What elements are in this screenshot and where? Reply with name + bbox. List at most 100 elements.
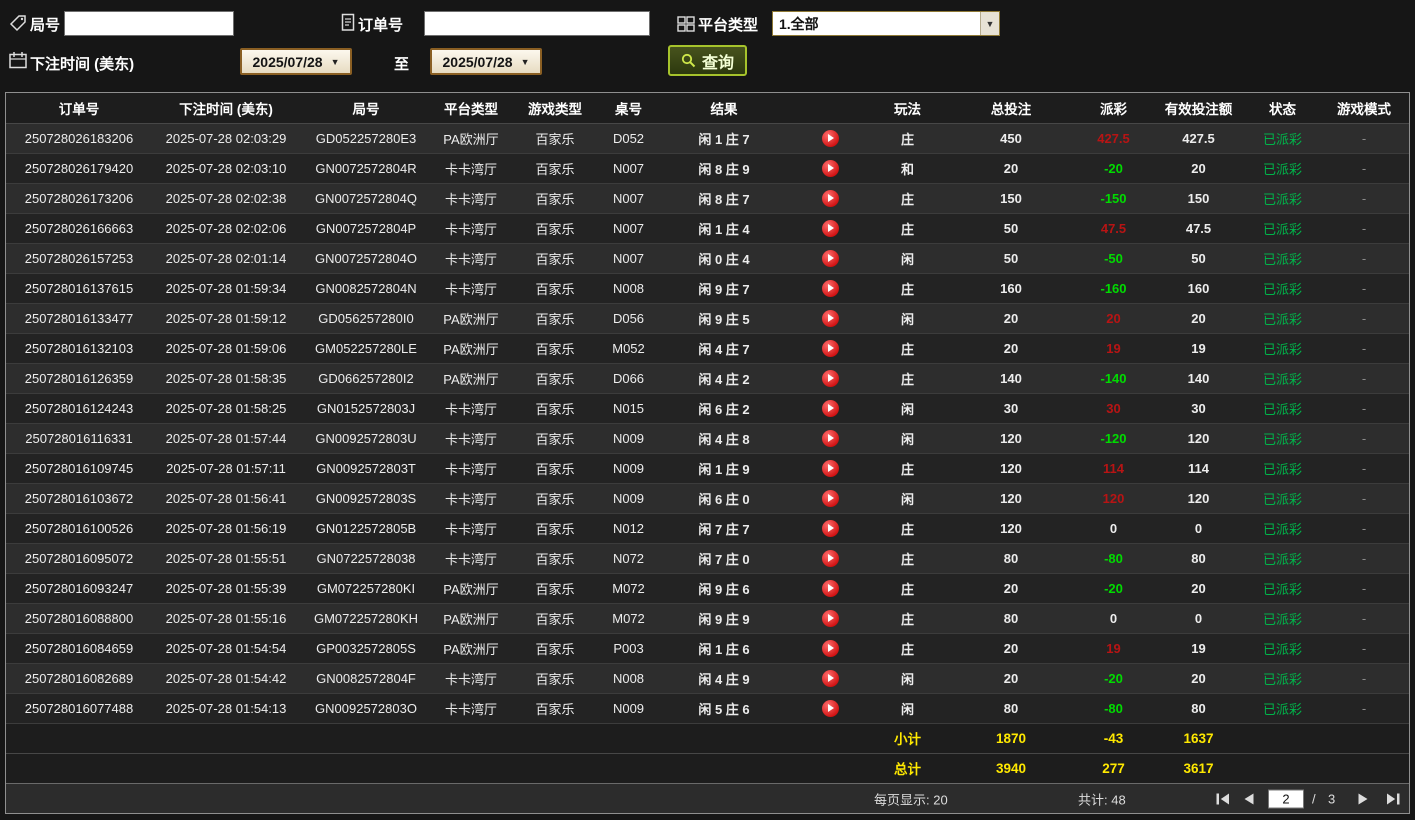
valid-bet-cell: 160 xyxy=(1151,273,1246,304)
status-cell: 已派彩 xyxy=(1246,513,1319,544)
table-row: 250728016109745 2025-07-28 01:57:11 GN0092… xyxy=(6,453,1409,484)
game-mode-cell: - xyxy=(1319,213,1409,244)
table-row: 250728016095072 2025-07-28 01:55:51 GN0722… xyxy=(6,543,1409,574)
play-button[interactable] xyxy=(821,279,839,297)
round-id-cell: GM052257280LE xyxy=(300,333,432,364)
payout-cell: 0 xyxy=(1076,603,1151,634)
play-button[interactable] xyxy=(821,639,839,657)
document-icon xyxy=(338,12,358,32)
round-id-cell: GN0092572803U xyxy=(300,423,432,454)
platform-cell: 卡卡湾厅 xyxy=(432,243,510,274)
platform-cell: 卡卡湾厅 xyxy=(432,213,510,244)
next-page-button[interactable] xyxy=(1358,793,1368,805)
play-icon xyxy=(828,194,834,203)
table-no-cell: N008 xyxy=(600,663,657,694)
payout-cell: 19 xyxy=(1076,633,1151,664)
play-button[interactable] xyxy=(821,579,839,597)
total-bet-cell: 450 xyxy=(946,123,1076,154)
play-button[interactable] xyxy=(821,339,839,357)
round-label: 局号 xyxy=(30,17,61,34)
play-button[interactable] xyxy=(821,219,839,237)
date-from-button[interactable]: 2025/07/28 ▼ xyxy=(240,48,352,75)
table-no-cell: N009 xyxy=(600,693,657,724)
bet-time-cell: 2025-07-28 01:59:12 xyxy=(152,303,300,334)
play-button[interactable] xyxy=(821,189,839,207)
last-page-button[interactable] xyxy=(1386,793,1400,805)
chevron-down-icon: ▼ xyxy=(980,12,999,35)
valid-bet-cell: 20 xyxy=(1151,573,1246,604)
play-button[interactable] xyxy=(821,309,839,327)
game-mode-cell: - xyxy=(1319,303,1409,334)
play-button[interactable] xyxy=(821,459,839,477)
table-no-cell: D066 xyxy=(600,363,657,394)
status-cell: 已派彩 xyxy=(1246,543,1319,574)
payout-cell: -120 xyxy=(1076,423,1151,454)
payout-cell: 30 xyxy=(1076,393,1151,424)
play-icon xyxy=(828,644,834,653)
play-cell xyxy=(791,663,869,694)
platform-cell: 卡卡湾厅 xyxy=(432,693,510,724)
game-mode-cell: - xyxy=(1319,663,1409,694)
play-button[interactable] xyxy=(821,369,839,387)
play-type-cell: 庄 xyxy=(869,543,946,574)
prev-page-button[interactable] xyxy=(1244,793,1254,805)
table-no-cell: M072 xyxy=(600,573,657,604)
table-row: 250728016133477 2025-07-28 01:59:12 GD0562… xyxy=(6,303,1409,334)
status-cell: 已派彩 xyxy=(1246,273,1319,304)
order-input[interactable] xyxy=(424,11,650,36)
bet-time-cell: 2025-07-28 01:56:19 xyxy=(152,513,300,544)
play-button[interactable] xyxy=(821,489,839,507)
payout-cell: 120 xyxy=(1076,483,1151,514)
first-page-button[interactable] xyxy=(1216,793,1230,805)
order-id-cell: 250728016088800 xyxy=(6,603,152,634)
col-game-type: 游戏类型 xyxy=(510,93,600,124)
order-id-cell: 250728016124243 xyxy=(6,393,152,424)
bet-time-cell: 2025-07-28 02:01:14 xyxy=(152,243,300,274)
play-button[interactable] xyxy=(821,669,839,687)
per-page-label: 每页显示: 20 xyxy=(874,792,948,807)
valid-bet-cell: 120 xyxy=(1151,423,1246,454)
game-mode-cell: - xyxy=(1319,513,1409,544)
status-cell: 已派彩 xyxy=(1246,483,1319,514)
platform-select[interactable]: 1.全部 ▼ xyxy=(772,11,1000,36)
game-mode-cell: - xyxy=(1319,423,1409,454)
play-button[interactable] xyxy=(821,519,839,537)
total-bet-cell: 120 xyxy=(946,483,1076,514)
bet-time-cell: 2025-07-28 01:57:11 xyxy=(152,453,300,484)
play-button[interactable] xyxy=(821,399,839,417)
total-bet-cell: 140 xyxy=(946,363,1076,394)
game-type-cell: 百家乐 xyxy=(510,243,600,274)
play-button[interactable] xyxy=(821,129,839,147)
game-mode-cell: - xyxy=(1319,273,1409,304)
result-cell: 闲 0 庄 4 xyxy=(657,243,791,274)
table-row: 250728016100526 2025-07-28 01:56:19 GN0122… xyxy=(6,513,1409,544)
play-cell xyxy=(791,273,869,304)
play-button[interactable] xyxy=(821,429,839,447)
table-no-cell: N009 xyxy=(600,423,657,454)
platform-cell: PA欧洲厅 xyxy=(432,603,510,634)
play-button[interactable] xyxy=(821,549,839,567)
order-id-cell: 250728016093247 xyxy=(6,573,152,604)
subtotal-payout: -43 xyxy=(1076,722,1151,754)
empty-cell xyxy=(6,722,869,754)
bet-time-cell: 2025-07-28 01:57:44 xyxy=(152,423,300,454)
platform-label: 平台类型 xyxy=(698,17,759,34)
valid-bet-cell: 120 xyxy=(1151,483,1246,514)
play-button[interactable] xyxy=(821,159,839,177)
play-type-cell: 庄 xyxy=(869,633,946,664)
search-button[interactable]: 查询 xyxy=(668,45,748,76)
play-cell xyxy=(791,693,869,724)
play-button[interactable] xyxy=(821,609,839,627)
round-id-cell: GD052257280E3 xyxy=(300,123,432,154)
table-row: 250728016132103 2025-07-28 01:59:06 GM0522… xyxy=(6,333,1409,364)
page-input[interactable] xyxy=(1268,789,1304,808)
play-button[interactable] xyxy=(821,249,839,267)
round-input[interactable] xyxy=(64,11,234,36)
play-cell xyxy=(791,183,869,214)
date-to-button[interactable]: 2025/07/28 ▼ xyxy=(430,48,542,75)
game-mode-cell: - xyxy=(1319,393,1409,424)
result-cell: 闲 9 庄 5 xyxy=(657,303,791,334)
empty-cell xyxy=(1246,753,1409,783)
play-button[interactable] xyxy=(821,699,839,717)
round-id-cell: GN0092572803S xyxy=(300,483,432,514)
